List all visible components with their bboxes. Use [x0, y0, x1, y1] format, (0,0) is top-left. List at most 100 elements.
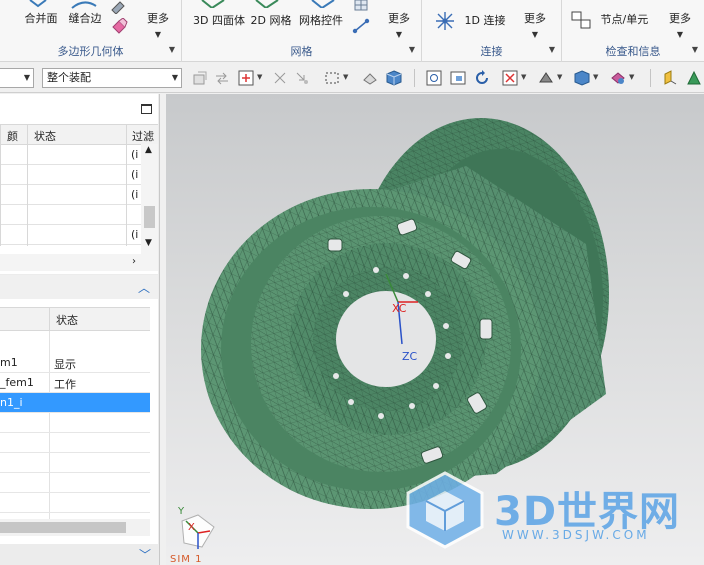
ribbon-group-polygon-geometry: 合并面 缝合边 更多 ▼ 多边形几何体 ▼ — [0, 0, 182, 62]
scroll-down-icon[interactable]: ▼ — [145, 238, 152, 248]
tetra-mesh-button[interactable]: 3D 四面体 — [190, 12, 248, 28]
group-dropdown-icon[interactable]: ▼ — [409, 45, 415, 54]
shaded-cube-icon[interactable] — [574, 70, 590, 86]
mesh-more-button[interactable]: 更多 ▼ — [382, 10, 416, 39]
column-header-filter[interactable]: 过滤 — [132, 128, 154, 144]
navigator-pane: 颜 状态 过滤 (i (i (i (i ▲ ▼ › ︿ 状态 m1 显示 _fe… — [0, 94, 160, 565]
stitch-edge-button[interactable]: 缝合边 — [64, 0, 106, 26]
chevron-down-icon[interactable]: ▼ — [257, 73, 262, 81]
snap-arrow-icon[interactable] — [294, 70, 310, 86]
triad-label-zc: ZC — [402, 350, 418, 363]
list-item[interactable] — [0, 453, 150, 473]
connection-1d-label: 1D 连接 — [464, 14, 506, 27]
list-item-selected[interactable]: n1_i — [0, 393, 150, 413]
merge-face-button[interactable]: 合并面 — [20, 0, 62, 26]
table-row[interactable]: (i — [0, 225, 158, 245]
snap-point-icon[interactable] — [272, 70, 288, 86]
object-grid: 颜 状态 过滤 (i (i (i (i — [0, 124, 158, 246]
list-item[interactable] — [0, 473, 150, 493]
cube-select-icon[interactable] — [386, 70, 402, 86]
mesh-2d-button[interactable]: 2D 网格 — [248, 12, 294, 28]
selection-toolbar: ▼ 整个装配 ▼ ▼ ▼ ▼ ▼ ▼ ▼ — [0, 63, 704, 93]
connection-1d-icon — [436, 12, 454, 30]
mesh-mating-icon[interactable] — [352, 0, 370, 14]
rotate-icon[interactable] — [474, 70, 490, 86]
feature-snap-icon[interactable] — [192, 70, 208, 86]
column-divider — [0, 124, 1, 246]
list-item[interactable]: m1 显示 — [0, 353, 150, 373]
table-row[interactable] — [0, 205, 158, 225]
ribbon-group-mesh: 3D 四面体 2D 网格 网格控件 更多 ▼ 网格 ▼ — [182, 0, 422, 62]
orient-view-icon[interactable] — [502, 70, 518, 86]
group-dropdown-icon[interactable]: ▼ — [692, 45, 698, 54]
type-filter-combo[interactable]: ▼ — [0, 68, 34, 88]
chevron-down-icon: ▼ — [154, 30, 162, 39]
column-header-status[interactable]: 状态 — [34, 128, 56, 144]
chevron-down-icon[interactable]: ▼ — [629, 73, 634, 81]
list-item[interactable]: _fem1 工作 — [0, 373, 150, 393]
rectangle-select-icon[interactable] — [324, 70, 340, 86]
visibility-icon[interactable] — [610, 70, 626, 86]
panel-splitter[interactable]: ︿ — [0, 275, 158, 299]
scroll-up-icon[interactable]: ▲ — [145, 145, 152, 155]
chevron-down-icon[interactable]: ▼ — [343, 73, 348, 81]
maximize-icon[interactable] — [141, 104, 152, 114]
node-element-icon — [571, 11, 591, 29]
render-style-icon[interactable] — [538, 70, 554, 86]
merge-face-icon — [29, 0, 47, 8]
ribbon-group-connection: 1D 连接 更多 ▼ 连接 ▼ — [422, 0, 562, 62]
table-row[interactable]: (i — [0, 145, 158, 165]
section-view-icon[interactable] — [662, 70, 678, 86]
horizontal-scrollbar[interactable] — [0, 519, 150, 536]
node-element-button[interactable]: 节点/单元 — [570, 10, 656, 30]
group-dropdown-icon[interactable]: ▼ — [549, 45, 555, 54]
scroll-right-icon[interactable]: › — [132, 256, 136, 267]
chevron-down-icon[interactable]: ▼ — [593, 73, 598, 81]
chevron-down-icon[interactable]: ▼ — [521, 73, 526, 81]
zoom-window-icon[interactable] — [450, 70, 466, 86]
eraser-select-icon[interactable] — [362, 70, 378, 86]
grid-header: 颜 状态 过滤 — [0, 124, 158, 145]
graphics-viewport[interactable]: XC ZC Y X SIM 1 3D世界网 WWW.3DSJW.COM — [166, 94, 704, 565]
vertical-scrollbar[interactable]: ▲ ▼ — [141, 144, 158, 254]
simulation-navigator-panel: 颜 状态 过滤 (i (i (i (i ▲ ▼ › — [0, 94, 158, 274]
column-divider — [49, 308, 50, 330]
filter-cell: (i — [131, 228, 139, 241]
edit-face-icon[interactable] — [110, 0, 128, 14]
list-item[interactable] — [0, 493, 150, 513]
scroll-thumb[interactable] — [0, 522, 126, 533]
color-icon[interactable] — [686, 70, 702, 86]
fit-view-icon[interactable] — [426, 70, 442, 86]
filter-cell: (i — [131, 148, 139, 161]
check-more-button[interactable]: 更多 ▼ — [662, 10, 698, 39]
polygon-more-button[interactable]: 更多 ▼ — [140, 10, 176, 39]
tetra-mesh-label: 3D 四面体 — [193, 14, 245, 27]
group-dropdown-icon[interactable]: ▼ — [169, 45, 175, 54]
filter-cell: (i — [131, 188, 139, 201]
collapse-up-icon[interactable]: ︿ — [138, 279, 150, 296]
column-header-status[interactable]: 状态 — [56, 312, 78, 328]
arrows-icon[interactable] — [214, 70, 230, 86]
connection-1d-button[interactable]: 1D 连接 — [434, 10, 510, 32]
horizontal-scrollbar[interactable]: › — [0, 254, 158, 271]
table-row[interactable]: (i — [0, 165, 158, 185]
chevron-down-icon[interactable]: ▼ — [557, 73, 562, 81]
node-connect-icon[interactable] — [352, 18, 370, 34]
part-name: m1 — [0, 356, 18, 369]
more-label: 更多 — [524, 12, 546, 25]
column-divider — [27, 124, 28, 246]
connection-more-button[interactable]: 更多 ▼ — [518, 10, 552, 39]
coord-system-label: SIM 1 — [170, 554, 203, 565]
watermark-url: WWW.3DSJW.COM — [502, 528, 650, 542]
select-feature-icon[interactable] — [238, 70, 254, 86]
table-row[interactable]: (i — [0, 185, 158, 205]
scope-combo[interactable]: 整个装配 ▼ — [42, 68, 182, 88]
list-item[interactable] — [0, 413, 150, 433]
mesh-control-button[interactable]: 网格控件 — [296, 12, 346, 28]
scroll-thumb[interactable] — [144, 206, 155, 228]
eraser-icon[interactable] — [110, 18, 128, 34]
list-item[interactable] — [0, 433, 150, 453]
column-header-color[interactable]: 颜 — [7, 128, 18, 144]
expand-down-icon[interactable]: ﹀ — [139, 546, 151, 563]
chevron-down-icon: ▼ — [395, 30, 403, 39]
